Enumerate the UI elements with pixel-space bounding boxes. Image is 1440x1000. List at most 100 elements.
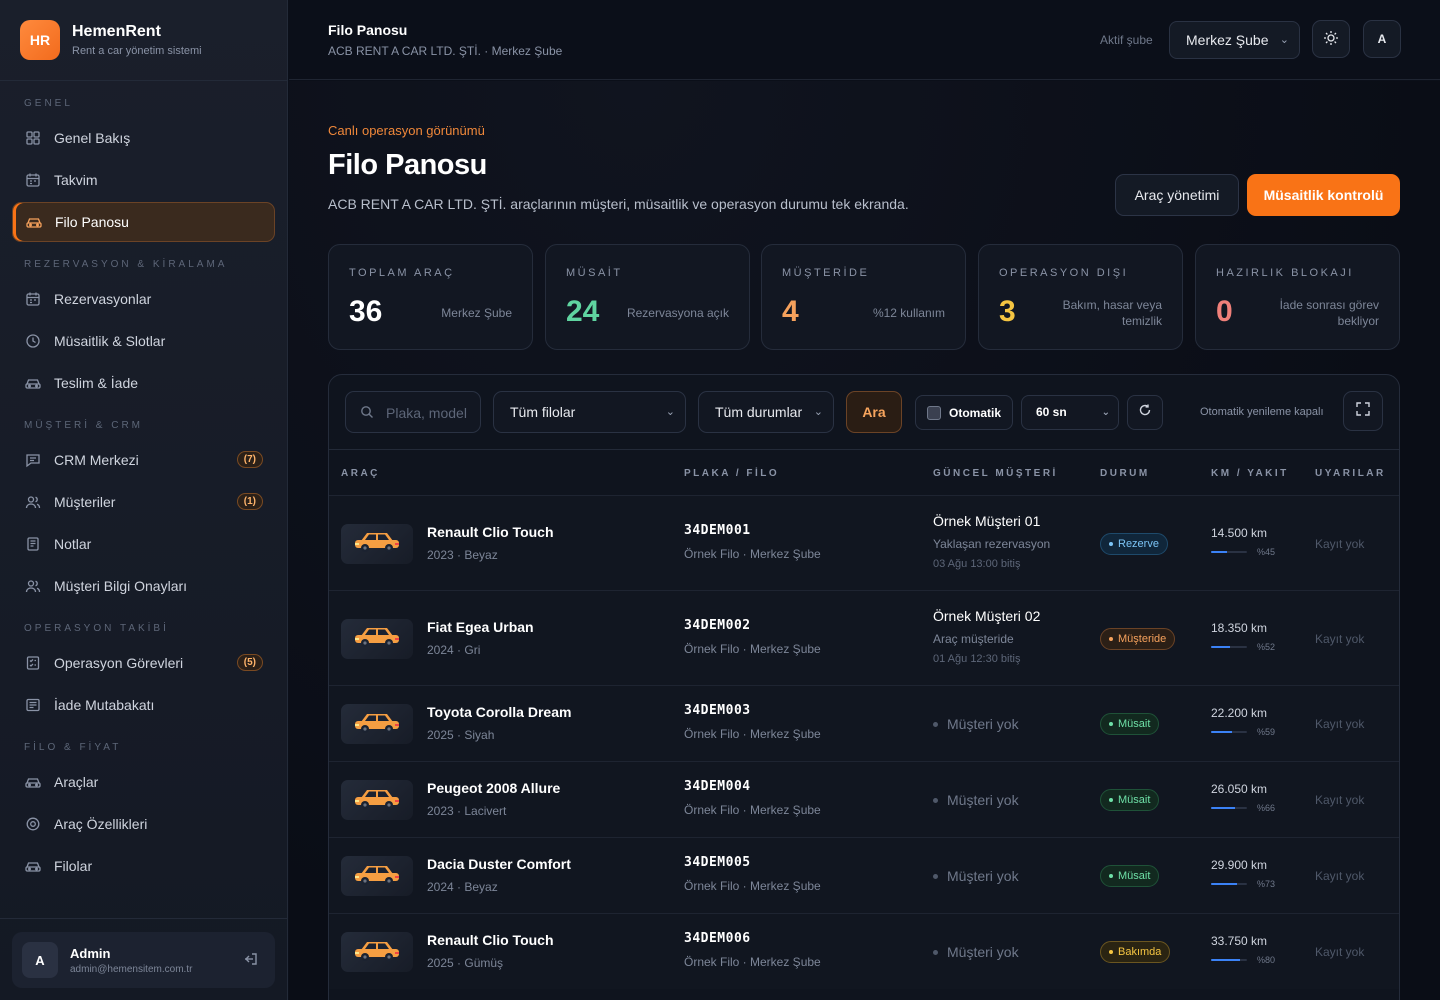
vehicle-plate[interactable]: 34DEM005 bbox=[684, 855, 751, 870]
sidebar-item-crm-merkezi[interactable]: CRM Merkezi (7) bbox=[12, 440, 275, 480]
vehicle-name[interactable]: Dacia Duster Comfort bbox=[427, 856, 571, 872]
sidebar-item-label: Notlar bbox=[54, 536, 92, 552]
sidebar-item-notlar[interactable]: Notlar bbox=[12, 524, 275, 564]
vehicle-plate[interactable]: 34DEM006 bbox=[684, 931, 751, 946]
vehicle-plate[interactable]: 34DEM002 bbox=[684, 618, 751, 633]
status-badge: Müsait bbox=[1100, 713, 1160, 735]
sidebar-divider bbox=[0, 80, 288, 81]
topbar: Filo Panosu ACB RENT A CAR LTD. ŞTİ. · M… bbox=[289, 0, 1440, 80]
fullscreen-button[interactable] bbox=[1343, 391, 1383, 431]
status-filter-select[interactable]: Tüm durumlar ⌄ bbox=[698, 391, 834, 433]
column-header-vehicle[interactable]: ARAÇ bbox=[341, 468, 380, 479]
column-header-status[interactable]: DURUM bbox=[1100, 468, 1150, 479]
odometer: 18.350 km bbox=[1211, 620, 1268, 635]
vehicle-plate[interactable]: 34DEM004 bbox=[684, 779, 751, 794]
vehicle-name[interactable]: Renault Clio Touch bbox=[427, 524, 554, 540]
sidebar-item-label: Araç Özellikleri bbox=[54, 816, 148, 832]
car-icon bbox=[24, 773, 42, 791]
status-label: Müsait bbox=[1118, 794, 1151, 806]
auto-refresh-checkbox[interactable] bbox=[927, 405, 941, 420]
customer-name[interactable]: Örnek Müşteri 01 bbox=[933, 513, 1040, 529]
customer-name[interactable]: Örnek Müşteri 02 bbox=[933, 608, 1040, 624]
fuel-bar-fill bbox=[1211, 645, 1230, 648]
fuel-bar-fill bbox=[1211, 807, 1235, 809]
warnings-cell: Kayıt yok bbox=[1315, 945, 1365, 959]
note-icon bbox=[24, 535, 42, 553]
chevron-down-icon: ⌄ bbox=[665, 406, 675, 418]
branch-select[interactable]: Merkez Şube ⌄ bbox=[1169, 21, 1300, 59]
vehicle-name[interactable]: Peugeot 2008 Allure bbox=[427, 780, 560, 796]
sidebar-item-araçlar[interactable]: Araçlar bbox=[12, 762, 275, 802]
dot-icon bbox=[933, 721, 938, 727]
fleet-filter-select[interactable]: Tüm filolar ⌄ bbox=[493, 391, 686, 433]
kpi-card: OPERASYON DIŞI 3 Bakım, hasar veya temizli… bbox=[978, 244, 1183, 350]
table-row[interactable]: Fiat Egea Urban 2024 · Gri 34DEM002 Örnek F… bbox=[329, 590, 1399, 685]
table-row[interactable]: Dacia Duster Comfort 2024 · Beyaz 34DEM005… bbox=[329, 837, 1399, 913]
account-button[interactable]: A bbox=[1363, 20, 1401, 58]
chevron-down-icon: ⌄ bbox=[813, 406, 823, 418]
table-row[interactable]: Toyota Corolla Dream 2025 · Siyah 34DEM003… bbox=[329, 685, 1399, 761]
search-box[interactable] bbox=[345, 391, 481, 433]
fuel-percent: %45 bbox=[1257, 546, 1276, 557]
sidebar-item-teslim-i-ade[interactable]: Teslim & İade bbox=[12, 363, 275, 403]
sidebar-item-label: Teslim & İade bbox=[54, 375, 139, 391]
vehicle-thumbnail bbox=[341, 856, 413, 896]
sidebar-item-müşteriler[interactable]: Müşteriler (1) bbox=[12, 482, 275, 522]
status-dot-icon bbox=[1109, 722, 1113, 726]
fleet-filter-value: Tüm filolar bbox=[510, 404, 576, 420]
sidebar-item-araç-özellikleri[interactable]: Araç Özellikleri bbox=[12, 804, 275, 844]
column-header-warnings[interactable]: UYARILAR bbox=[1315, 468, 1386, 479]
column-header-plate[interactable]: PLAKA / FİLO bbox=[684, 468, 779, 479]
vehicle-name[interactable]: Renault Clio Touch bbox=[427, 932, 554, 948]
brand-tagline: Rent a car yönetim sistemi bbox=[72, 45, 202, 57]
vehicle-thumbnail bbox=[341, 780, 413, 820]
table-row[interactable]: Renault Clio Touch 2023 · Beyaz 34DEM001 Ör… bbox=[329, 495, 1399, 590]
brand[interactable]: HR HemenRent Rent a car yönetim sistemi bbox=[20, 20, 202, 60]
sidebar-item-müsaitlik-slotlar[interactable]: Müsaitlik & Slotlar bbox=[12, 321, 275, 361]
column-header-customer[interactable]: GÜNCEL MÜŞTERİ bbox=[933, 468, 1058, 479]
sidebar-item-label: Filo Panosu bbox=[55, 214, 129, 230]
fuel-percent: %73 bbox=[1257, 879, 1276, 889]
sidebar-item-i-ade-mutabakatı[interactable]: İade Mutabakatı bbox=[12, 685, 275, 725]
sidebar-item-rezervasyonlar[interactable]: Rezervasyonlar bbox=[12, 279, 275, 319]
status-dot-icon bbox=[1109, 950, 1113, 954]
nav-section-title: FİLO & FİYAT bbox=[24, 742, 122, 753]
logout-icon[interactable] bbox=[243, 951, 259, 972]
odometer: 33.750 km bbox=[1211, 934, 1268, 948]
user-card[interactable]: A Admin admin@hemensitem.com.tr bbox=[12, 932, 275, 988]
sidebar-item-filo-panosu[interactable]: Filo Panosu bbox=[12, 202, 275, 242]
sidebar-item-filolar[interactable]: Filolar bbox=[12, 846, 275, 886]
page-title: Filo Panosu bbox=[328, 149, 487, 181]
vehicle-plate[interactable]: 34DEM001 bbox=[684, 523, 751, 538]
status-badge: Müşteride bbox=[1100, 627, 1176, 650]
table-row[interactable]: Peugeot 2008 Allure 2023 · Lacivert 34DEM0… bbox=[329, 761, 1399, 837]
kpi-note: Merkez Şube bbox=[441, 306, 512, 320]
fuel-percent: %52 bbox=[1257, 641, 1276, 652]
sidebar-item-genel-bakış[interactable]: Genel Bakış bbox=[12, 118, 275, 158]
sidebar-item-takvim[interactable]: Takvim bbox=[12, 160, 275, 200]
vehicle-name[interactable]: Fiat Egea Urban bbox=[427, 619, 534, 635]
rental-end-time: 03 Ağu 13:00 bitiş bbox=[933, 557, 1021, 570]
table-row[interactable]: Renault Clio Touch 2025 · Gümüş 34DEM006 Ör… bbox=[329, 913, 1399, 989]
vehicle-meta: 2023 · Lacivert bbox=[427, 804, 507, 818]
warnings-cell: Kayıt yok bbox=[1315, 631, 1365, 646]
vehicle-name[interactable]: Toyota Corolla Dream bbox=[427, 704, 571, 720]
search-button[interactable]: Ara bbox=[846, 391, 902, 433]
chat-icon bbox=[24, 451, 42, 469]
sidebar-item-operasyon-görevleri[interactable]: Operasyon Görevleri (5) bbox=[12, 643, 275, 683]
refresh-button[interactable] bbox=[1127, 395, 1163, 430]
theme-toggle-button[interactable] bbox=[1312, 20, 1350, 58]
search-input[interactable] bbox=[386, 403, 474, 423]
kpi-label: OPERASYON DIŞI bbox=[999, 267, 1129, 279]
sidebar-item-müşteri-bilgi-onayları[interactable]: Müşteri Bilgi Onayları bbox=[12, 566, 275, 606]
availability-check-button[interactable]: Müsaitlik kontrolü bbox=[1247, 174, 1400, 216]
refresh-interval-select[interactable]: 60 sn ⌄ bbox=[1021, 395, 1119, 430]
status-badge: Bakımda bbox=[1100, 941, 1171, 963]
auto-refresh-toggle[interactable]: Otomatik bbox=[915, 395, 1013, 430]
kpi-note: Rezervasyona açık bbox=[626, 306, 729, 320]
sidebar-item-label: Operasyon Görevleri bbox=[54, 655, 184, 671]
vehicle-plate[interactable]: 34DEM003 bbox=[684, 703, 751, 718]
vehicle-management-button[interactable]: Araç yönetimi bbox=[1115, 174, 1239, 216]
column-header-km-fuel[interactable]: KM / YAKIT bbox=[1211, 468, 1289, 479]
user-name: Admin bbox=[70, 945, 111, 961]
